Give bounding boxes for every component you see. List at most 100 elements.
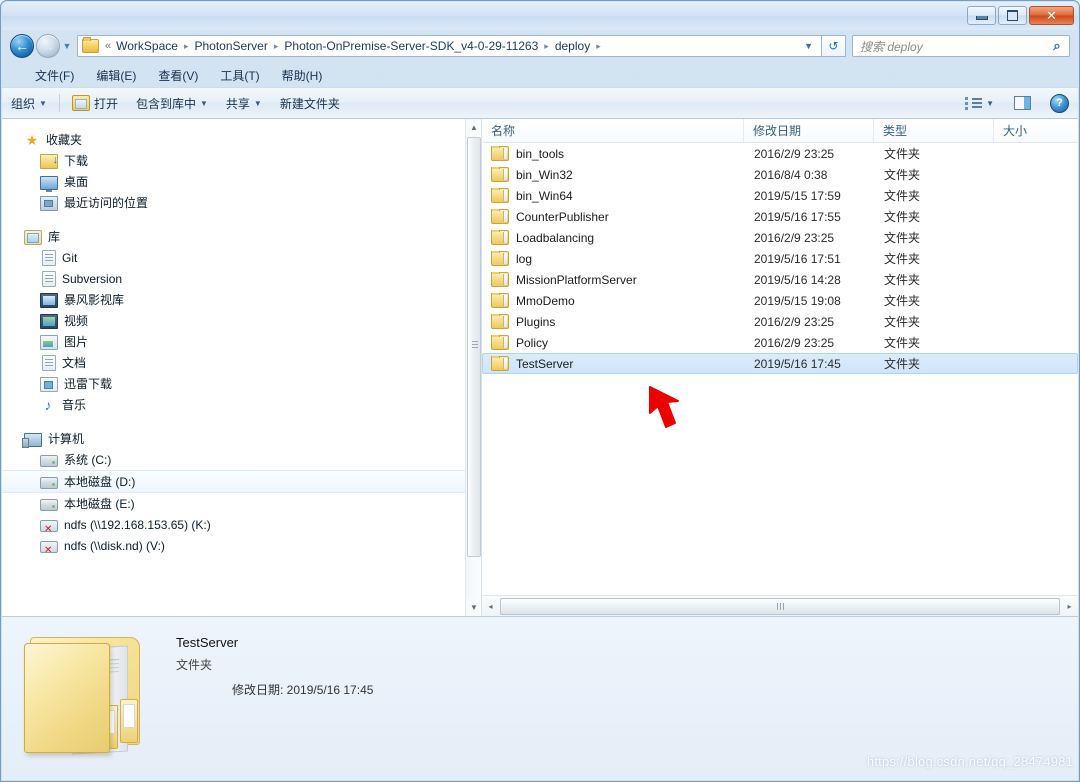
sidebar-item-pictures[interactable]: 图片 bbox=[2, 331, 465, 352]
sidebar-item-downloads[interactable]: 下载 bbox=[2, 150, 465, 171]
drive-icon bbox=[40, 477, 58, 489]
column-header-date-modified[interactable]: 修改日期 bbox=[744, 119, 874, 142]
minimize-button[interactable] bbox=[967, 6, 996, 25]
column-header-name[interactable]: 名称 bbox=[482, 119, 744, 142]
sidebar-item-thunder-download[interactable]: 迅雷下载 bbox=[2, 373, 465, 394]
breadcrumb-separator[interactable]: ▸ bbox=[270, 41, 283, 52]
back-button[interactable]: ← bbox=[10, 34, 34, 58]
sidebar-item-drive-e[interactable]: 本地磁盘 (E:) bbox=[2, 493, 465, 514]
menu-item-edit[interactable]: 编辑(E) bbox=[85, 65, 147, 86]
sidebar-item-desktop[interactable]: 桌面 bbox=[2, 171, 465, 192]
folder-icon bbox=[491, 146, 509, 161]
sidebar-item-music[interactable]: ♪ 音乐 bbox=[2, 394, 465, 415]
breadcrumb-segment-workspace[interactable]: WorkSpace bbox=[114, 39, 180, 53]
search-input[interactable]: 搜索 deploy ⌕ bbox=[852, 35, 1070, 57]
computer-icon bbox=[22, 432, 42, 448]
maximize-button[interactable] bbox=[998, 6, 1027, 25]
file-name-cell: TestServer bbox=[483, 356, 745, 371]
documents-library-icon bbox=[42, 355, 56, 371]
sidebar-item-documents[interactable]: 文档 bbox=[2, 352, 465, 373]
history-dropdown-button[interactable]: ▼ bbox=[60, 41, 74, 51]
table-row[interactable]: CounterPublisher 2019/5/16 17:55 文件夹 bbox=[482, 206, 1078, 227]
folder-icon bbox=[491, 188, 509, 203]
breadcrumb[interactable]: « WorkSpace ▸ PhotonServer ▸ Photon-OnPr… bbox=[77, 35, 822, 57]
file-date-cell: 2019/5/15 17:59 bbox=[754, 188, 841, 203]
share-button[interactable]: 共享 ▼ bbox=[217, 92, 271, 115]
table-row[interactable]: MmoDemo 2019/5/15 19:08 文件夹 bbox=[482, 290, 1078, 311]
folder-icon bbox=[491, 209, 509, 224]
table-row[interactable]: bin_Win32 2016/8/4 0:38 文件夹 bbox=[482, 164, 1078, 185]
sidebar-item-baofeng[interactable]: 暴风影视库 bbox=[2, 289, 465, 310]
watermark: https://blog.csdn.net/qq_28474981 bbox=[866, 754, 1073, 769]
address-bar-row: ← → ▼ « WorkSpace ▸ PhotonServer ▸ Photo… bbox=[2, 30, 1078, 62]
sidebar-item-computer[interactable]: 计算机 bbox=[2, 428, 465, 449]
file-name: Plugins bbox=[516, 314, 556, 329]
sidebar-item-favorites[interactable]: ★ 收藏夹 bbox=[2, 129, 465, 150]
file-name: TestServer bbox=[516, 356, 574, 371]
menu-item-tools[interactable]: 工具(T) bbox=[209, 65, 270, 86]
table-row[interactable]: Loadbalancing 2016/2/9 23:25 文件夹 bbox=[482, 227, 1078, 248]
table-row[interactable]: Plugins 2016/2/9 23:25 文件夹 bbox=[482, 311, 1078, 332]
menu-item-file[interactable]: 文件(F) bbox=[24, 65, 85, 86]
breadcrumb-segment-deploy[interactable]: deploy bbox=[553, 39, 592, 53]
table-row-selected[interactable]: TestServer 2019/5/16 17:45 文件夹 bbox=[482, 353, 1078, 374]
sidebar-item-drive-c[interactable]: 系统 (C:) bbox=[2, 449, 465, 470]
table-row[interactable]: log 2019/5/16 17:51 文件夹 bbox=[482, 248, 1078, 269]
navigation-scrollbar[interactable]: ▲ ▼ bbox=[465, 119, 481, 616]
file-name: CounterPublisher bbox=[516, 209, 609, 224]
table-row[interactable]: bin_tools 2016/2/9 23:25 文件夹 bbox=[482, 143, 1078, 164]
breadcrumb-segment-sdk[interactable]: Photon-OnPremise-Server-SDK_v4-0-29-1126… bbox=[282, 39, 540, 53]
thunder-download-icon bbox=[40, 377, 58, 392]
breadcrumb-separator[interactable]: ▸ bbox=[540, 41, 553, 52]
scroll-down-icon[interactable]: ▼ bbox=[466, 599, 481, 616]
table-row[interactable]: MissionPlatformServer 2019/5/16 14:28 文件… bbox=[482, 269, 1078, 290]
breadcrumb-overflow[interactable]: « bbox=[102, 40, 114, 52]
scrollbar-thumb[interactable] bbox=[500, 597, 1060, 615]
file-type-cell: 文件夹 bbox=[884, 168, 921, 182]
sidebar-item-label: 本地磁盘 (D:) bbox=[64, 475, 136, 489]
scroll-right-icon[interactable]: ▸ bbox=[1061, 597, 1078, 616]
include-in-library-button[interactable]: 包含到库中 ▼ bbox=[127, 92, 217, 115]
refresh-button[interactable]: ↺ bbox=[822, 35, 846, 57]
close-button[interactable]: ✕ bbox=[1029, 6, 1074, 25]
scrollbar-thumb[interactable] bbox=[467, 137, 481, 557]
breadcrumb-separator[interactable]: ▸ bbox=[592, 41, 605, 52]
file-name: Loadbalancing bbox=[516, 230, 595, 245]
scroll-left-icon[interactable]: ◂ bbox=[482, 597, 499, 616]
sidebar-item-network-drive-k[interactable]: ndfs (\\192.168.153.65) (K:) bbox=[2, 514, 465, 535]
breadcrumb-separator[interactable]: ▸ bbox=[180, 41, 193, 52]
sidebar-item-git[interactable]: Git bbox=[2, 247, 465, 268]
help-button[interactable]: ? bbox=[1050, 93, 1069, 113]
horizontal-scrollbar[interactable]: ◂ ▸ bbox=[482, 595, 1078, 616]
preview-pane-button[interactable] bbox=[1005, 93, 1040, 113]
table-row[interactable]: bin_Win64 2019/5/15 17:59 文件夹 bbox=[482, 185, 1078, 206]
scroll-up-icon[interactable]: ▲ bbox=[466, 119, 481, 136]
column-header-size[interactable]: 大小 bbox=[994, 119, 1074, 142]
sidebar-item-drive-d[interactable]: 本地磁盘 (D:) bbox=[2, 470, 465, 493]
table-row[interactable]: Policy 2016/2/9 23:25 文件夹 bbox=[482, 332, 1078, 353]
change-view-button[interactable]: ▼ bbox=[956, 93, 1003, 113]
title-bar: ✕ bbox=[2, 2, 1078, 30]
open-button[interactable]: 打开 bbox=[63, 92, 127, 115]
sidebar-item-subversion[interactable]: Subversion bbox=[2, 268, 465, 289]
sidebar-item-recent-places[interactable]: 最近访问的位置 bbox=[2, 192, 465, 213]
breadcrumb-segment-photonserver[interactable]: PhotonServer bbox=[192, 39, 269, 53]
breadcrumb-dropdown-icon[interactable]: ▼ bbox=[796, 41, 821, 51]
sidebar-item-network-drive-v[interactable]: ndfs (\\disk.nd) (V:) bbox=[2, 535, 465, 556]
folder-icon bbox=[491, 167, 509, 182]
menu-item-help[interactable]: 帮助(H) bbox=[271, 65, 334, 86]
new-folder-button[interactable]: 新建文件夹 bbox=[271, 92, 349, 115]
forward-button[interactable]: → bbox=[36, 34, 60, 58]
column-header-type[interactable]: 类型 bbox=[874, 119, 994, 142]
column-header-label: 修改日期 bbox=[753, 124, 802, 138]
organize-button[interactable]: 组织 ▼ bbox=[2, 92, 56, 115]
folder-icon bbox=[491, 230, 509, 245]
sidebar-item-videos[interactable]: 视频 bbox=[2, 310, 465, 331]
column-header-label: 类型 bbox=[883, 124, 908, 138]
menu-bar: 文件(F) 编辑(E) 查看(V) 工具(T) 帮助(H) bbox=[2, 63, 1078, 87]
menu-item-view[interactable]: 查看(V) bbox=[147, 65, 209, 86]
column-header-label: 大小 bbox=[1003, 124, 1028, 138]
sidebar-item-libraries[interactable]: 库 bbox=[2, 226, 465, 247]
file-date-cell: 2016/2/9 23:25 bbox=[754, 335, 835, 350]
